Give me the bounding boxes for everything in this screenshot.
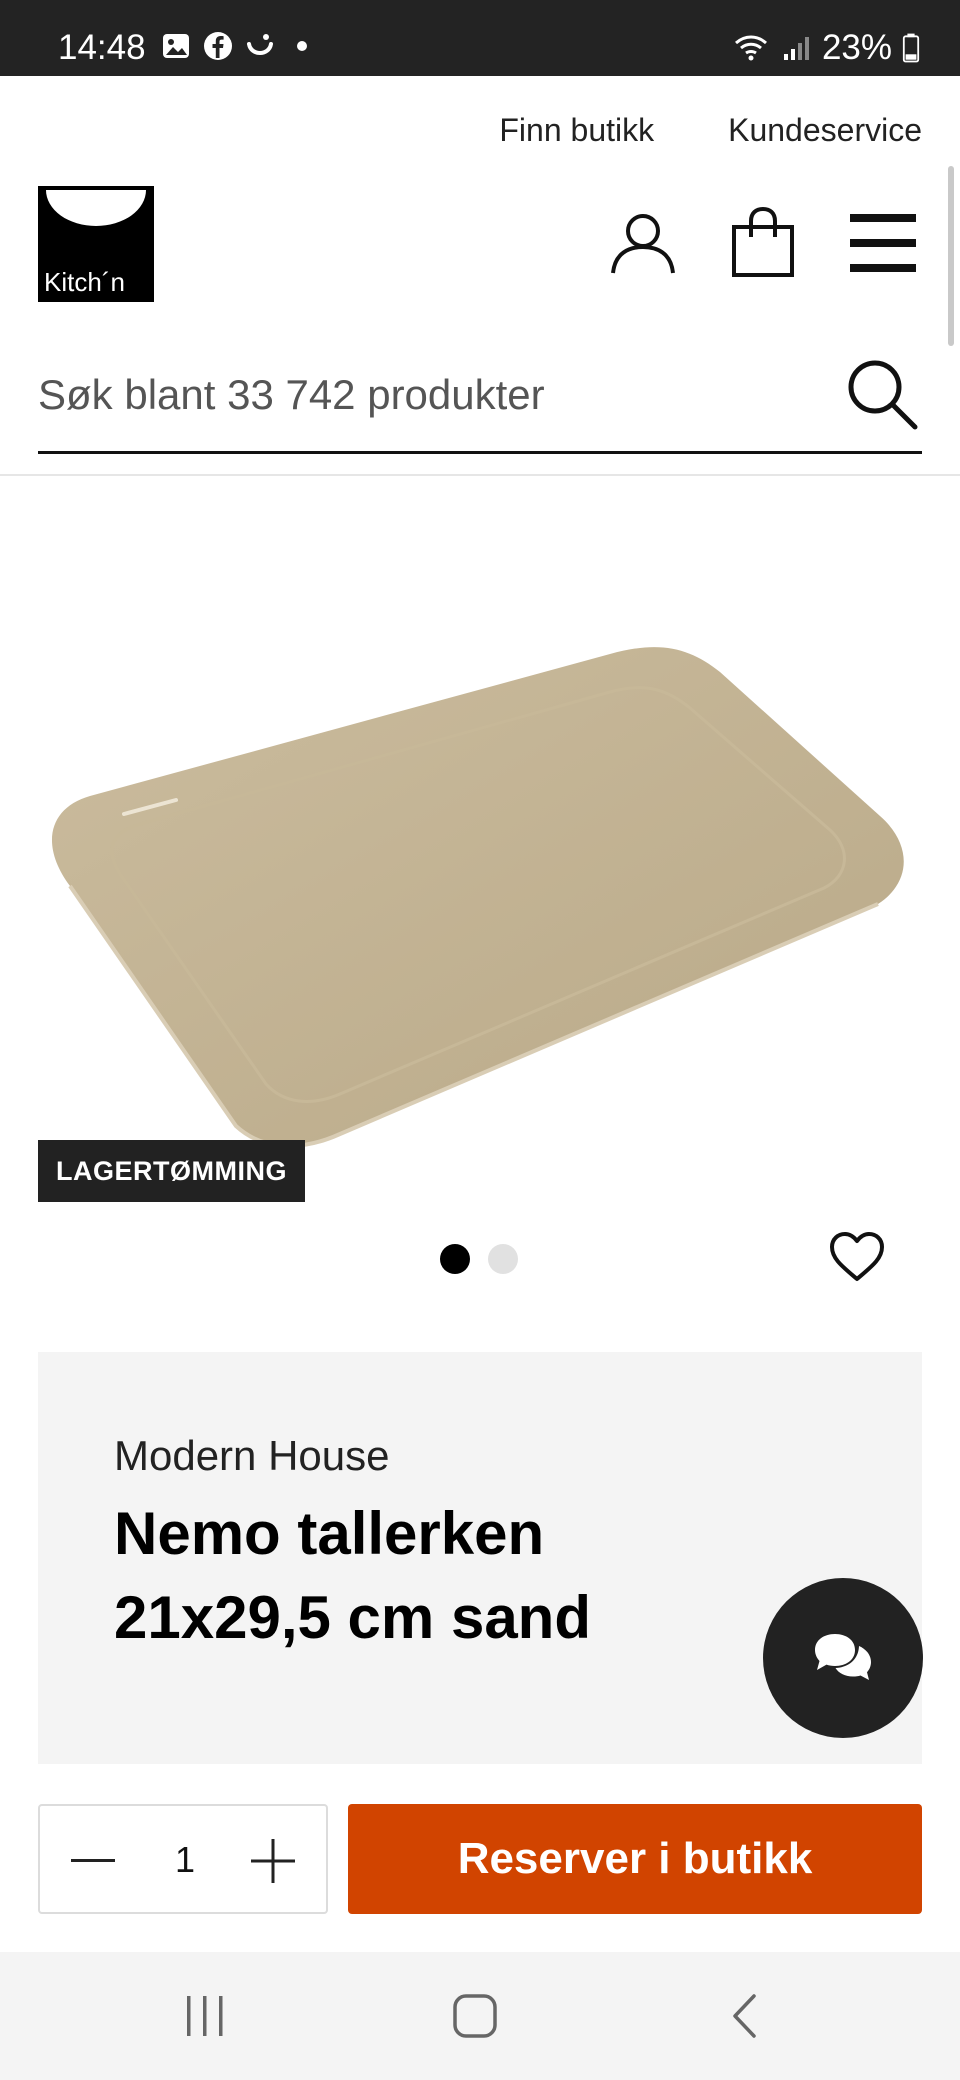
notification-icons bbox=[160, 30, 318, 62]
system-navigation-bar bbox=[0, 1952, 960, 2080]
clearance-badge: LAGERTØMMING bbox=[38, 1140, 305, 1202]
product-image[interactable] bbox=[0, 478, 960, 1238]
customer-service-link[interactable]: Kundeservice bbox=[728, 112, 922, 149]
search-icon bbox=[848, 360, 918, 430]
chat-icon bbox=[815, 1634, 871, 1680]
find-store-link[interactable]: Finn butikk bbox=[499, 112, 654, 149]
back-button[interactable] bbox=[710, 1986, 780, 2046]
signal-icon bbox=[783, 37, 809, 60]
product-title: Nemo tallerken 21x29,5 cm sand bbox=[114, 1500, 591, 1651]
account-button[interactable] bbox=[600, 200, 686, 286]
search-input[interactable] bbox=[38, 360, 818, 430]
quantity-input[interactable] bbox=[140, 1830, 230, 1890]
minus-icon bbox=[71, 1859, 115, 1862]
decrease-quantity-button[interactable] bbox=[58, 1826, 128, 1896]
facebook-icon bbox=[204, 32, 232, 60]
utility-links: Finn butikk Kundeservice bbox=[499, 112, 922, 149]
battery-percent: 23% bbox=[821, 28, 892, 67]
carousel-dot-1[interactable] bbox=[440, 1244, 470, 1274]
logo-text: Kitch´n bbox=[44, 267, 125, 297]
menu-icon bbox=[850, 214, 916, 272]
home-icon bbox=[453, 1994, 497, 2038]
header-divider bbox=[0, 474, 960, 476]
tray-image bbox=[51, 647, 904, 1148]
carousel-dot-2[interactable] bbox=[488, 1244, 518, 1274]
battery-icon bbox=[902, 33, 920, 63]
logo-bowl-shape bbox=[46, 190, 146, 226]
shopping-bag-icon bbox=[732, 207, 794, 277]
gallery-icon bbox=[163, 34, 189, 58]
system-status: 23% bbox=[732, 28, 920, 68]
search-bar bbox=[38, 340, 922, 454]
back-icon bbox=[733, 1994, 756, 2038]
wifi-icon bbox=[734, 35, 767, 61]
cart-button[interactable] bbox=[720, 200, 806, 286]
header-actions bbox=[600, 200, 926, 286]
favorite-button[interactable] bbox=[826, 1226, 888, 1288]
increase-quantity-button[interactable] bbox=[238, 1826, 308, 1896]
recent-apps-icon bbox=[187, 1996, 223, 2036]
smile-icon bbox=[247, 34, 273, 55]
quantity-stepper bbox=[38, 1804, 328, 1914]
carousel-dots bbox=[440, 1244, 518, 1274]
recent-apps-button[interactable] bbox=[170, 1986, 240, 2046]
page-scrollbar[interactable] bbox=[948, 166, 954, 346]
product-brand[interactable]: Modern House bbox=[114, 1432, 389, 1480]
menu-button[interactable] bbox=[840, 200, 926, 286]
status-time: 14:48 bbox=[58, 28, 146, 67]
user-icon bbox=[611, 214, 675, 274]
chat-button[interactable] bbox=[763, 1578, 923, 1738]
search-button[interactable] bbox=[842, 354, 922, 434]
page: 14:48 23% Finn butikk Kundeservice Kitch… bbox=[0, 0, 960, 2080]
dot-icon bbox=[297, 41, 307, 51]
status-bar: 14:48 23% bbox=[0, 0, 960, 76]
heart-icon bbox=[830, 1232, 884, 1281]
plus-icon bbox=[251, 1839, 295, 1883]
home-button[interactable] bbox=[440, 1986, 510, 2046]
kitchn-logo[interactable]: Kitch´n bbox=[38, 186, 154, 302]
reserve-in-store-button[interactable]: Reserver i butikk bbox=[348, 1804, 922, 1914]
